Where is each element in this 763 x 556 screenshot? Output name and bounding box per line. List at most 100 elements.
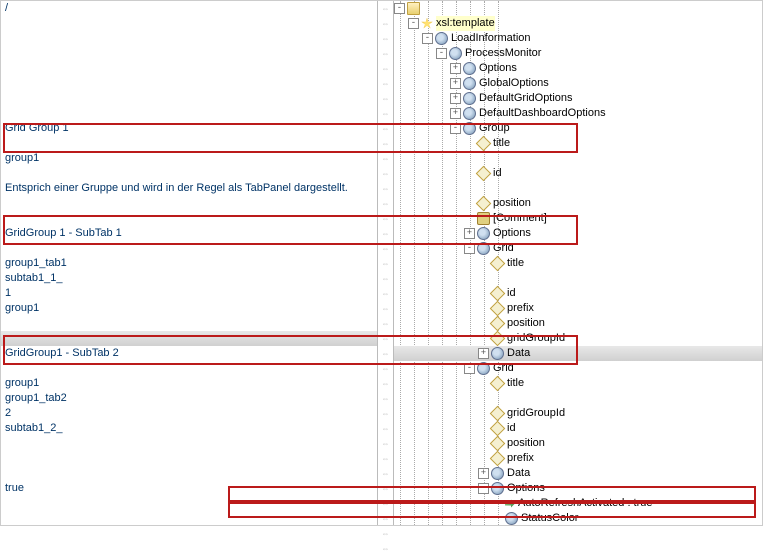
tree-node[interactable]: position xyxy=(394,436,762,451)
tree-node[interactable]: position xyxy=(394,316,762,331)
gutter-cell: ⇔ xyxy=(378,91,393,106)
expand-icon[interactable]: + xyxy=(450,93,461,104)
tree-node[interactable]: +Data xyxy=(394,466,762,481)
left-value-row: Grid Group 1 xyxy=(1,121,377,136)
tree-node[interactable]: prefix xyxy=(394,301,762,316)
left-value-row xyxy=(1,466,377,481)
left-value-row xyxy=(1,76,377,91)
collapse-icon[interactable]: - xyxy=(450,123,461,134)
left-value-row xyxy=(1,16,377,31)
left-value-row xyxy=(1,196,377,211)
gutter-cell: ⇔ xyxy=(378,511,393,526)
collapse-icon[interactable]: - xyxy=(436,48,447,59)
tree-node[interactable]: +DefaultGridOptions xyxy=(394,91,762,106)
tree-node[interactable]: -Grid xyxy=(394,361,762,376)
left-value-row xyxy=(1,61,377,76)
gutter-cell: ⇔ xyxy=(378,226,393,241)
gutter-cell: ⇔ xyxy=(378,181,393,196)
tree-node[interactable]: [Comment] xyxy=(394,211,762,226)
tree-node-label: Data xyxy=(507,346,530,361)
tree-node[interactable]: id xyxy=(394,286,762,301)
arrow-icon xyxy=(505,499,515,509)
gutter-cell: ⇔ xyxy=(378,466,393,481)
tree-node[interactable]: title xyxy=(394,136,762,151)
tree-node[interactable] xyxy=(394,391,762,406)
expand-icon[interactable]: + xyxy=(464,228,475,239)
tree-node[interactable] xyxy=(394,151,762,166)
gutter-cell: ⇔ xyxy=(378,166,393,181)
collapse-icon[interactable]: - xyxy=(478,483,489,494)
tree-node[interactable]: gridGroupId xyxy=(394,331,762,346)
tree-node[interactable]: - xyxy=(394,1,762,16)
tree-node[interactable]: + Data xyxy=(394,346,762,361)
tree-node[interactable]: -xsl:template xyxy=(394,16,762,31)
folder-icon xyxy=(407,2,420,15)
left-value-row xyxy=(1,91,377,106)
collapse-icon[interactable]: - xyxy=(464,363,475,374)
gutter-cell: ⇔ xyxy=(378,271,393,286)
expand-icon[interactable]: + xyxy=(478,468,489,479)
tree-node-label: title xyxy=(507,376,524,391)
tree-node[interactable]: StatusColor xyxy=(394,511,762,525)
left-value-row xyxy=(1,31,377,46)
tree-node[interactable]: - Group xyxy=(394,121,762,136)
tree-panel: --xsl:template-LoadInformation-ProcessMo… xyxy=(394,1,762,525)
tree-node-label: GlobalOptions xyxy=(479,76,549,91)
tree-node[interactable] xyxy=(394,271,762,286)
el-icon xyxy=(491,347,504,360)
gutter-cell: ⇔ xyxy=(378,211,393,226)
tree-node-label: position xyxy=(493,196,531,211)
left-value-row: group1_tab1 xyxy=(1,256,377,271)
tree-node[interactable]: AutoRefreshActivated : true xyxy=(394,496,762,511)
left-value-row xyxy=(1,511,377,526)
collapse-icon[interactable]: - xyxy=(464,243,475,254)
left-value-row xyxy=(1,451,377,466)
tree-node[interactable]: prefix xyxy=(394,451,762,466)
collapse-icon[interactable]: - xyxy=(394,3,405,14)
left-value-row xyxy=(1,331,377,346)
left-value-row xyxy=(1,541,377,556)
tree-node[interactable]: -Options xyxy=(394,481,762,496)
tree-node[interactable] xyxy=(394,181,762,196)
tree-node[interactable]: +Options xyxy=(394,61,762,76)
tree-node-label: title xyxy=(507,256,524,271)
tree-node[interactable]: title xyxy=(394,256,762,271)
left-value-row xyxy=(1,46,377,61)
tree-node[interactable]: id xyxy=(394,166,762,181)
tree-node[interactable]: -ProcessMonitor xyxy=(394,46,762,61)
el-icon xyxy=(477,362,490,375)
left-value-row xyxy=(1,316,377,331)
tree-node[interactable]: + Options xyxy=(394,226,762,241)
attr-icon xyxy=(490,301,506,317)
expand-icon[interactable]: + xyxy=(450,108,461,119)
gutter-cell: ⇔ xyxy=(378,76,393,91)
tree-node[interactable]: -LoadInformation xyxy=(394,31,762,46)
tree-node[interactable]: gridGroupId xyxy=(394,406,762,421)
gutter-cell: ⇔ xyxy=(378,526,393,541)
gutter-cell: ⇔ xyxy=(378,421,393,436)
tree-node[interactable]: id xyxy=(394,421,762,436)
tree-node[interactable]: + DefaultDashboardOptions xyxy=(394,106,762,121)
gutter-cell: ⇔ xyxy=(378,256,393,271)
tree-node-label: Group xyxy=(479,121,510,136)
collapse-icon[interactable]: - xyxy=(422,33,433,44)
gutter-cell: ⇔ xyxy=(378,31,393,46)
attr-icon xyxy=(490,451,506,467)
tree-node-label: id xyxy=(507,286,516,301)
gutter-cell: ⇔ xyxy=(378,361,393,376)
tree-node-label: DefaultDashboardOptions xyxy=(479,106,606,121)
tree-node[interactable]: title xyxy=(394,376,762,391)
tree-node-label: prefix xyxy=(507,451,534,466)
tree-node[interactable]: -Grid xyxy=(394,241,762,256)
attr-icon xyxy=(476,136,492,152)
collapse-icon[interactable]: - xyxy=(408,18,419,29)
tree-node[interactable]: + GlobalOptions xyxy=(394,76,762,91)
expand-icon[interactable]: + xyxy=(478,348,489,359)
tree-node-label: Options xyxy=(493,226,531,241)
left-value-row: Entsprich einer Gruppe und wird in der R… xyxy=(1,181,377,196)
gutter-cell: ⇔ xyxy=(378,16,393,31)
left-value-row: GridGroup 1 - SubTab 1 xyxy=(1,226,377,241)
expand-icon[interactable]: + xyxy=(450,78,461,89)
tree-node[interactable]: position xyxy=(394,196,762,211)
expand-icon[interactable]: + xyxy=(450,63,461,74)
